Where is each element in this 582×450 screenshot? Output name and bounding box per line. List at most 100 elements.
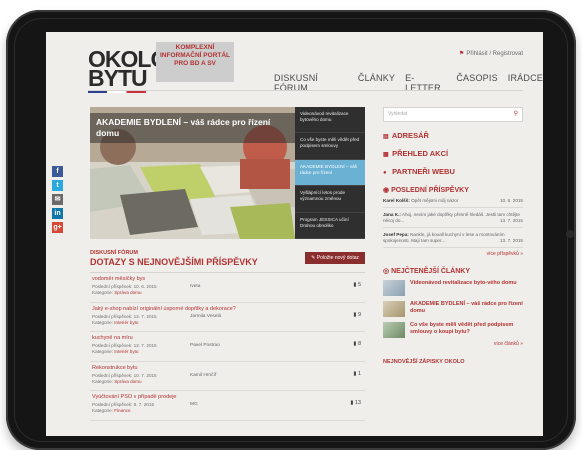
article-title[interactable]: Co vše byste měli vědět před podpisem sm… [410, 322, 523, 336]
search-icon[interactable]: ⚲ [514, 108, 518, 121]
forum-row-date: Poslední příspěvek: 13. 7. 2015 [92, 313, 157, 319]
post-author: Karel Kolšš: [383, 198, 410, 203]
article-title[interactable]: Videonávod revitalizace byto-vého domu [410, 280, 517, 287]
forum-row-category: Kategorie: Interiér bytu [92, 349, 139, 354]
hero-side-item[interactable]: Vyšlápnící letos prode významnou změnou [295, 186, 365, 213]
comment-count: 1 [357, 370, 361, 377]
forum-row-author: MG [190, 402, 198, 407]
people-icon: ● [383, 170, 387, 176]
forum-row-count: ▮ 13 [350, 400, 361, 406]
forum-row[interactable]: vodoměr měsíčky bys Poslední příspěvek: … [90, 273, 365, 303]
eye-icon: ◎ [383, 268, 392, 275]
forum-row-category: Kategorie: Správa domu [92, 290, 142, 295]
category-link[interactable]: Správa domu [114, 290, 141, 295]
article-title[interactable]: AKADEMIE BYDLENÍ – váš rádce pro řízení … [410, 301, 523, 315]
article-item[interactable]: AKADEMIE BYDLENÍ – váš rádce pro řízení … [383, 301, 523, 317]
hero-side-item[interactable]: Program JESSICA učiní Drahou obnoliko [295, 213, 365, 239]
facebook-icon[interactable]: f [52, 166, 63, 177]
forum-row[interactable]: kuchyně na míru Poslední příspěvek: 13. … [90, 332, 365, 362]
sidebar-link-partners[interactable]: ● PARTNEŘI WEBU [383, 167, 523, 176]
forum-row-count: ▮ 5 [353, 282, 361, 288]
latest-post[interactable]: Jana K.: Ahoj, nevím jaké doplňky přesně… [383, 212, 523, 228]
web-page: OKOLO BYTU KOMPLEXNÍ INFORMAČNÍ PORTÁL P… [46, 32, 543, 436]
category-prefix: Kategorie: [92, 378, 113, 384]
forum-row-count: ▮ 8 [353, 341, 361, 347]
forum-row-count: ▮ 1 [353, 371, 361, 377]
more-articles-link[interactable]: více článků » [383, 341, 523, 347]
forum-row-date: Poslední příspěvek: 10. 6. 2015 [92, 284, 157, 289]
hero-side-item[interactable]: Videonávod revitalizace bytového domu [295, 107, 365, 134]
header-divider [88, 90, 523, 91]
logo-line-2: BYTU [88, 65, 148, 91]
more-posts-link[interactable]: více příspěvků » [383, 251, 523, 257]
tagline-line-2: INFORMAČNÍ PORTÁL [159, 52, 231, 59]
category-prefix: Kategorie: [92, 349, 113, 354]
comment-count: 5 [357, 282, 361, 288]
lock-icon: ⚑ [458, 51, 465, 57]
most-read-label: NEJČTENĚJŠÍ ČLÁNKY [391, 268, 471, 275]
forum-row-category: Kategorie: Finance [92, 408, 131, 413]
forum-section: DISKUSNÍ FÓRUM DOTAZY S NEJNOVĚJŠÍMI PŘÍ… [90, 250, 365, 421]
latest-post[interactable]: Karel Kolšš: Opět mějsmi můj názor 10. 6… [383, 198, 523, 208]
forum-row-author: Kamil Hrnčíř [190, 372, 217, 378]
forum-row-date: Poslední příspěvek: 9. 7. 2015 [92, 402, 155, 407]
latest-post[interactable]: Josef Pepa: Nankle, já kouall kuchyní v … [383, 232, 523, 248]
category-link[interactable]: Finance [114, 408, 130, 413]
forum-row-count: ▮ 9 [353, 312, 361, 318]
category-prefix: Kategorie: [92, 319, 113, 325]
category-link[interactable]: Interiér bytu [114, 320, 138, 325]
forum-row[interactable]: Rekonstrukce bytu Poslední příspěvek: 10… [90, 362, 365, 391]
post-author: Jana K.: [383, 212, 401, 217]
hero-title[interactable]: AKADEMIE BYDLENÍ – váš rádce pro řízení … [90, 113, 295, 143]
article-thumbnail[interactable] [383, 301, 405, 317]
book-icon: ▤ [383, 134, 389, 140]
new-question-button[interactable]: ✎ Položte nový dotaz [305, 252, 365, 264]
sidebar-link-events[interactable]: ▦ PŘEHLED AKCÍ [383, 149, 523, 158]
post-date: 13. 7. 2015 [500, 238, 523, 243]
post-author: Josef Pepa: [383, 232, 409, 237]
forum-row[interactable]: Jaký e-shop nabízí originální úsporné do… [90, 303, 365, 332]
calendar-icon: ▦ [383, 152, 389, 158]
hero-side-item[interactable]: Co vše byste měli vědět před podpisem sm… [295, 133, 365, 160]
forum-row-author: Jarmila Veselá [190, 313, 222, 319]
hero-slider: AKADEMIE BYDLENÍ – váš rádce pro řízení … [90, 107, 365, 239]
twitter-icon[interactable]: t [52, 180, 63, 191]
search-input[interactable]: Vyhledat ⚲ [383, 107, 523, 122]
sidebar: Vyhledat ⚲ ▤ ADRESÁŘ ▦ PŘEHLED AKCÍ ● PA… [383, 107, 523, 365]
new-question-label: Položte nový dotaz [316, 255, 359, 261]
forum-row-title[interactable]: kuchyně na míru [92, 335, 133, 341]
article-item[interactable]: Co vše byste měli vědět před podpisem sm… [383, 322, 523, 338]
most-read-title: ◎ NEJČTENĚJŠÍ ČLÁNKY [383, 267, 523, 275]
login-link[interactable]: ⚑ Přihlásit / Registrovat [459, 50, 523, 57]
chat-icon: ◉ [383, 187, 392, 194]
search-placeholder: Vyhledat [388, 111, 408, 117]
latest-posts-label: POSLEDNÍ PŘÍSPĚVKY [391, 187, 469, 194]
article-thumbnail[interactable] [383, 322, 405, 338]
sidebar-link-label: PARTNEŘI WEBU [392, 167, 455, 176]
forum-row-title[interactable]: Jaký e-shop nabízí originální úsporné do… [92, 306, 236, 312]
sidebar-link-label: ADRESÁŘ [391, 131, 429, 140]
category-link[interactable]: Interiér bytu [114, 349, 138, 354]
comment-count: 8 [357, 341, 361, 347]
mail-icon[interactable]: ✉ [52, 194, 63, 205]
article-thumbnail[interactable] [383, 280, 405, 296]
portal-tagline: KOMPLEXNÍ INFORMAČNÍ PORTÁL PRO BD A SV [156, 42, 234, 82]
forum-row-date: Poslední příspěvek: 13. 7. 2015 [92, 343, 157, 348]
forum-row-title[interactable]: Rekonstrukce bytu [92, 365, 138, 371]
hero-side-menu: Videonávod revitalizace bytového domu Co… [295, 107, 365, 239]
category-prefix: Kategorie: [92, 408, 113, 413]
hero-side-item-active[interactable]: AKADEMIE BYDLENÍ – váš rádce pro řízení [295, 159, 365, 187]
forum-row-title[interactable]: Vyúčtování PSO v případě prodeje [92, 394, 177, 400]
forum-row-author: Pavel Postrao [190, 343, 220, 348]
category-link[interactable]: Správa domu [114, 379, 141, 384]
linkedin-icon[interactable]: in [52, 208, 63, 219]
social-bar: f t ✉ in g+ [52, 166, 64, 236]
forum-row-title[interactable]: vodoměr měsíčky bys [92, 276, 145, 282]
article-item[interactable]: Videonávod revitalizace byto-vého domu [383, 280, 523, 296]
sidebar-link-directory[interactable]: ▤ ADRESÁŘ [383, 131, 523, 140]
hero-image[interactable]: AKADEMIE BYDLENÍ – váš rádce pro řízení … [90, 107, 295, 239]
google-plus-icon[interactable]: g+ [52, 222, 63, 233]
forum-row-author: Ivetа [190, 284, 201, 289]
tagline-line-3: PRO BD A SV [174, 60, 216, 67]
forum-row[interactable]: Vyúčtování PSO v případě prodeje Posledn… [90, 391, 365, 421]
